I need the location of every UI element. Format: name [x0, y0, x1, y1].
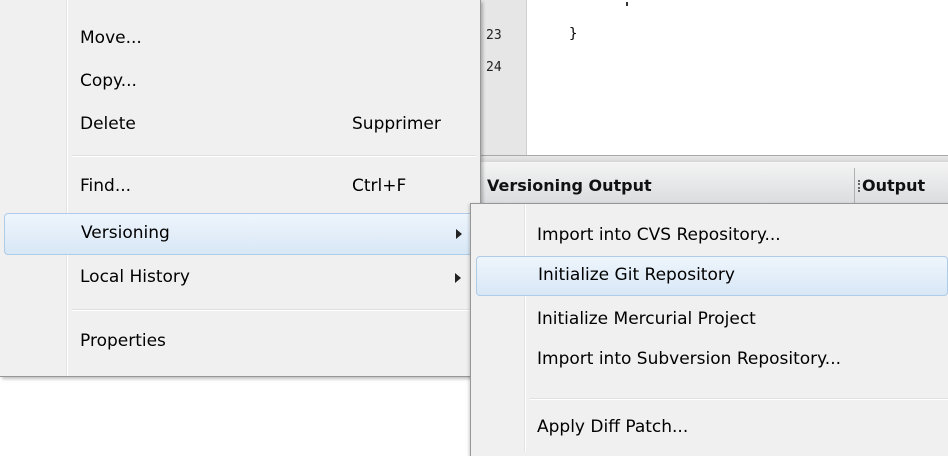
submenu-item-import-subversion[interactable]: Import into Subversion Repository...: [470, 340, 948, 380]
menu-item-move[interactable]: Move...: [0, 18, 480, 60]
menu-item-label: Find...: [80, 176, 132, 196]
menu-item-label: Copy...: [80, 71, 137, 91]
code-line: }: [569, 26, 578, 42]
line-number: 24: [486, 60, 502, 75]
tab-output[interactable]: Output: [862, 176, 925, 195]
menu-item-label: Properties: [80, 331, 166, 351]
line-number: 23: [486, 28, 502, 43]
submenu-arrow-icon: [455, 273, 461, 283]
code-fragment: [626, 2, 628, 6]
editor-line-gutter: 23 24: [480, 0, 527, 155]
submenu-item-label: Apply Diff Patch...: [537, 417, 689, 437]
submenu-item-initialize-mercurial[interactable]: Initialize Mercurial Project: [470, 300, 948, 340]
menu-item-properties[interactable]: Properties: [0, 321, 480, 363]
code-editor[interactable]: }: [527, 0, 948, 155]
context-menu: Move... Copy... Delete Supprimer Find...…: [0, 0, 481, 377]
panel-splitter[interactable]: [480, 155, 948, 162]
menu-separator: [72, 155, 476, 157]
menu-item-versioning[interactable]: Versioning: [4, 213, 476, 255]
submenu-item-apply-diff-patch[interactable]: Apply Diff Patch...: [470, 408, 948, 448]
submenu-item-label: Import into CVS Repository...: [537, 225, 781, 245]
menu-item-find[interactable]: Find... Ctrl+F: [0, 166, 480, 208]
submenu-item-label: Import into Subversion Repository...: [537, 349, 841, 369]
menu-item-label: Local History: [80, 267, 190, 287]
menu-item-label: Move...: [80, 28, 142, 48]
submenu-item-initialize-git[interactable]: Initialize Git Repository: [476, 256, 948, 296]
menu-item-label: Versioning: [81, 223, 170, 243]
tab-versioning-output[interactable]: Versioning Output: [487, 176, 652, 195]
menu-item-label: Delete: [80, 114, 136, 134]
menu-item-copy[interactable]: Copy...: [0, 61, 480, 103]
submenu-item-label: Initialize Mercurial Project: [537, 309, 756, 329]
menu-item-shortcut: Ctrl+F: [352, 176, 407, 196]
menu-item-shortcut: Supprimer: [352, 114, 441, 134]
menu-item-delete[interactable]: Delete Supprimer: [0, 104, 480, 146]
submenu-item-label: Initialize Git Repository: [538, 265, 735, 285]
menu-item-local-history[interactable]: Local History: [0, 257, 480, 299]
tab-divider: [854, 168, 855, 204]
submenu-item-import-cvs[interactable]: Import into CVS Repository...: [470, 216, 948, 256]
submenu-arrow-icon: [456, 229, 462, 239]
menu-separator: [72, 309, 476, 311]
submenu-separator: [530, 398, 948, 400]
